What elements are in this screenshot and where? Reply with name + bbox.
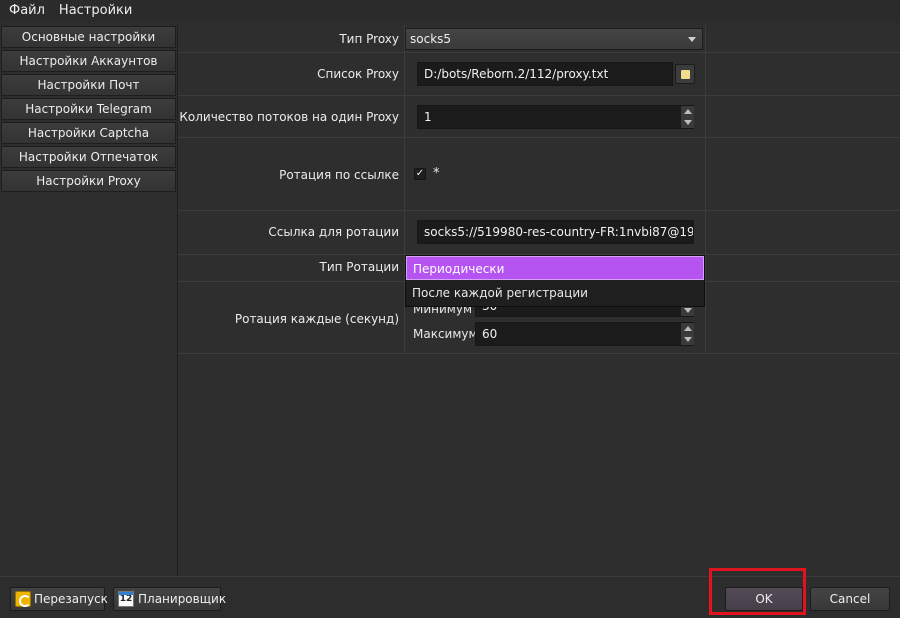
sidebar-item-captcha[interactable]: Настройки Captcha: [1, 122, 176, 144]
row-divider: [178, 52, 900, 53]
folder-icon: [681, 70, 690, 79]
dropdown-option-after-registration[interactable]: После каждой регистрации: [406, 281, 704, 305]
rotation-url-field[interactable]: socks5://519980-res-country-FR:1nvbi87@1…: [417, 220, 694, 244]
settings-panel: Тип Proxy socks5 Список Proxy D:/bots/Re…: [177, 25, 900, 576]
restart-label: Перезапуск: [34, 592, 108, 606]
proxy-list-label: Список Proxy: [317, 67, 399, 81]
threads-stepper[interactable]: [680, 106, 694, 128]
menu-bar: Файл Настройки: [0, 0, 900, 22]
sidebar-item-telegram[interactable]: Настройки Telegram: [1, 98, 176, 120]
rotation-type-label: Тип Ротации: [319, 260, 399, 274]
proxy-type-select[interactable]: socks5: [405, 28, 703, 50]
restart-button[interactable]: Перезапуск: [10, 587, 108, 611]
arrow-up-icon[interactable]: [684, 326, 692, 331]
max-stepper[interactable]: [680, 323, 694, 345]
dropdown-option-periodic[interactable]: Периодически: [406, 256, 704, 280]
arrow-down-icon[interactable]: [684, 308, 692, 313]
rotation-link-checkbox[interactable]: ✓: [414, 168, 426, 180]
sidebar-item-basic[interactable]: Основные настройки: [1, 26, 176, 48]
proxy-type-label: Тип Proxy: [339, 32, 399, 46]
restart-icon: [15, 591, 31, 607]
arrow-down-icon[interactable]: [684, 120, 692, 125]
required-mark: *: [433, 166, 440, 181]
scheduler-label: Планировщик: [138, 592, 227, 606]
proxy-type-value: socks5: [410, 32, 452, 46]
rotation-every-label: Ротация каждые (секунд): [234, 312, 399, 326]
menu-settings[interactable]: Настройки: [52, 0, 139, 22]
row-divider: [178, 353, 900, 354]
sidebar-item-fingerprint[interactable]: Настройки Отпечаток: [1, 146, 176, 168]
rotation-url-label: Ссылка для ротации: [268, 225, 399, 239]
threads-spinbox[interactable]: 1: [417, 105, 694, 129]
ok-highlight-box: [709, 568, 806, 615]
proxy-list-field[interactable]: D:/bots/Reborn.2/112/proxy.txt: [417, 62, 673, 86]
max-spinbox[interactable]: 60: [475, 322, 694, 346]
row-divider: [178, 210, 900, 211]
sidebar: Основные настройки Настройки Аккаунтов Н…: [0, 25, 177, 575]
sidebar-item-proxy[interactable]: Настройки Proxy: [1, 170, 176, 192]
arrow-up-icon[interactable]: [684, 109, 692, 114]
sidebar-item-accounts[interactable]: Настройки Аккаунтов: [1, 50, 176, 72]
arrow-down-icon[interactable]: [684, 337, 692, 342]
menu-file[interactable]: Файл: [0, 0, 52, 22]
calendar-icon: 12: [118, 591, 134, 607]
row-divider: [178, 137, 900, 138]
chevron-down-icon: [688, 37, 696, 42]
browse-button[interactable]: [675, 64, 695, 84]
rotation-link-label: Ротация по ссылке: [279, 168, 399, 182]
rotation-type-dropdown: Периодически После каждой регистрации: [405, 255, 705, 307]
row-divider: [178, 95, 900, 96]
threads-label: Количество потоков на один Proxy: [179, 110, 399, 124]
scheduler-button[interactable]: 12 Планировщик: [113, 587, 226, 611]
sidebar-item-mail[interactable]: Настройки Почт: [1, 74, 176, 96]
cancel-button[interactable]: Cancel: [810, 587, 890, 611]
max-label: Максимум: [413, 327, 478, 341]
column-divider-right: [705, 25, 706, 353]
